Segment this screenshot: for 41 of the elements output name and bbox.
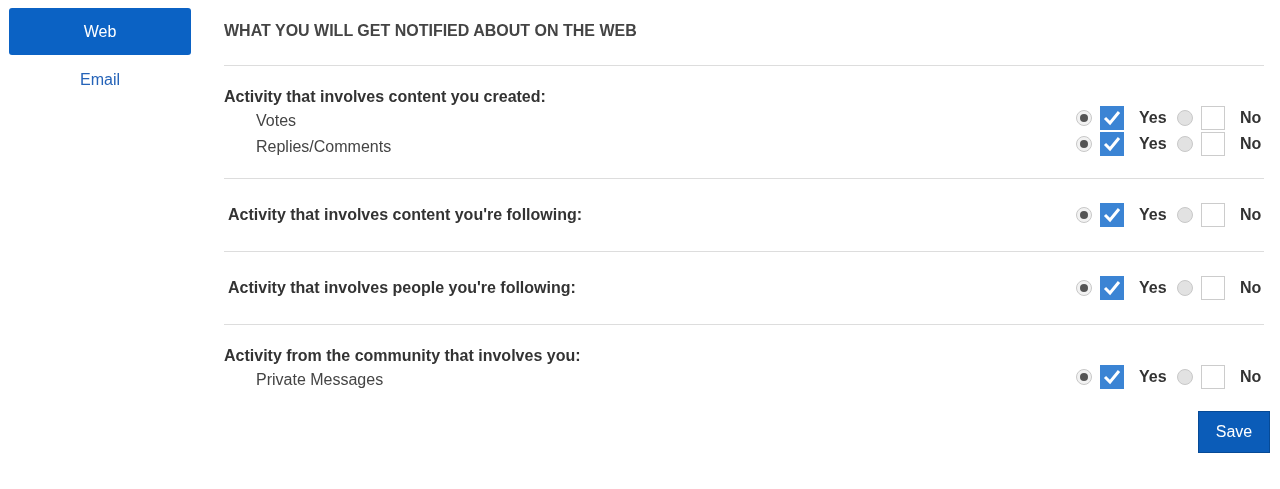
section-title: Activity from the community that involves you: [224, 347, 581, 364]
setting-label: Private Messages [255, 371, 384, 389]
radio-button[interactable] [1177, 280, 1193, 296]
radio-button[interactable] [1076, 207, 1092, 223]
option-label: No [1240, 279, 1263, 297]
radio-button[interactable] [1177, 207, 1193, 223]
checkbox[interactable] [1201, 365, 1225, 389]
option-label: No [1240, 109, 1263, 127]
checkbox[interactable] [1100, 106, 1124, 130]
section-title: Activity that involves people you're following: [228, 278, 576, 298]
section-title: Activity that involves content you're following: [228, 205, 583, 225]
section-title: Activity that involves content you created: [224, 88, 546, 105]
checkbox[interactable] [1100, 132, 1124, 156]
option-label: Yes [1139, 368, 1168, 386]
checkbox[interactable] [1201, 132, 1225, 156]
option-label: Yes [1139, 206, 1168, 224]
option-label: Yes [1139, 135, 1168, 153]
radio-button[interactable] [1177, 369, 1193, 385]
nav-tab[interactable]: Email [9, 67, 191, 93]
checkbox[interactable] [1100, 203, 1124, 227]
radio-button[interactable] [1076, 369, 1092, 385]
radio-button[interactable] [1076, 110, 1092, 126]
option-label: No [1240, 206, 1263, 224]
option-label: Yes [1139, 109, 1168, 127]
radio-button[interactable] [1177, 136, 1193, 152]
checkbox[interactable] [1201, 203, 1225, 227]
checkbox[interactable] [1100, 276, 1124, 300]
setting-label: Votes [255, 112, 297, 130]
radio-button[interactable] [1177, 110, 1193, 126]
radio-button[interactable] [1076, 136, 1092, 152]
checkbox[interactable] [1201, 276, 1225, 300]
setting-label: Replies/Comments [255, 138, 392, 156]
option-label: No [1240, 368, 1263, 386]
option-label: Yes [1139, 279, 1168, 297]
checkbox[interactable] [1201, 106, 1225, 130]
page-heading: WHAT YOU WILL GET NOTIFIED ABOUT ON THE WEB [224, 22, 638, 41]
checkbox[interactable] [1100, 365, 1124, 389]
radio-button[interactable] [1076, 280, 1092, 296]
save-button[interactable]: Save [1198, 411, 1270, 453]
nav-tab[interactable]: Web [9, 8, 191, 55]
option-label: No [1240, 135, 1263, 153]
